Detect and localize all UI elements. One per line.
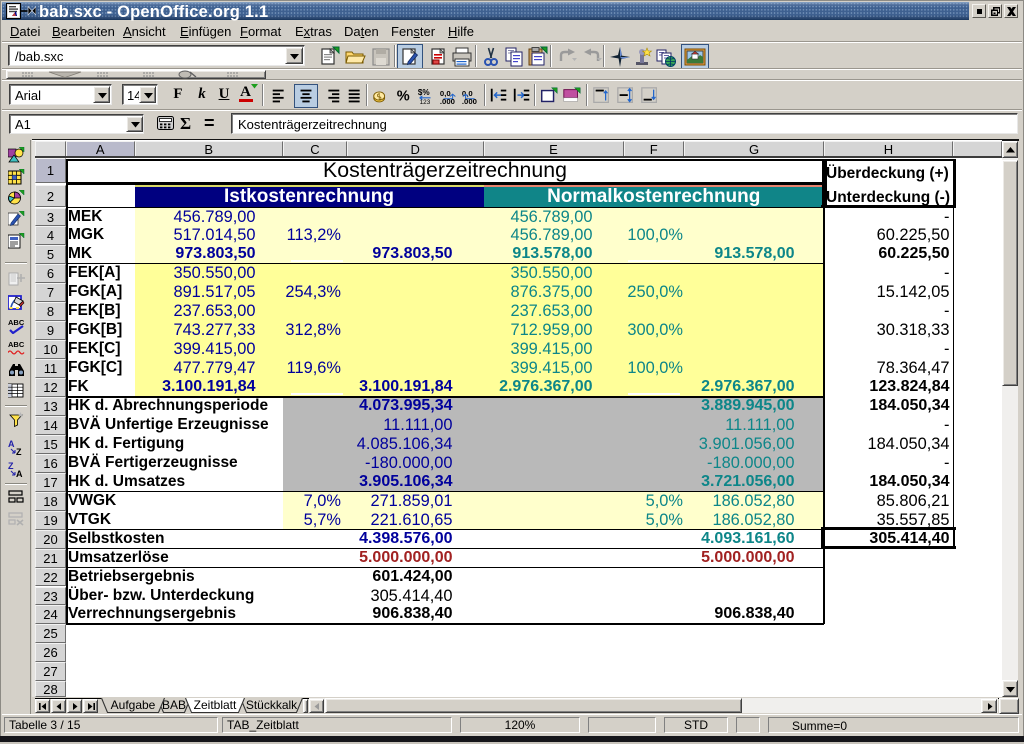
svg-text:Z: Z bbox=[16, 447, 22, 455]
svg-text:.000: .000 bbox=[462, 97, 477, 106]
svg-text:%: % bbox=[397, 89, 410, 105]
svg-text:123: 123 bbox=[420, 99, 431, 106]
svg-text:Z: Z bbox=[8, 461, 14, 471]
svg-text:$%: $% bbox=[418, 88, 431, 97]
svg-text:ABC: ABC bbox=[8, 340, 25, 349]
svg-text:A: A bbox=[16, 469, 23, 477]
svg-text:.000: .000 bbox=[440, 97, 455, 106]
svg-text:A: A bbox=[8, 439, 15, 449]
